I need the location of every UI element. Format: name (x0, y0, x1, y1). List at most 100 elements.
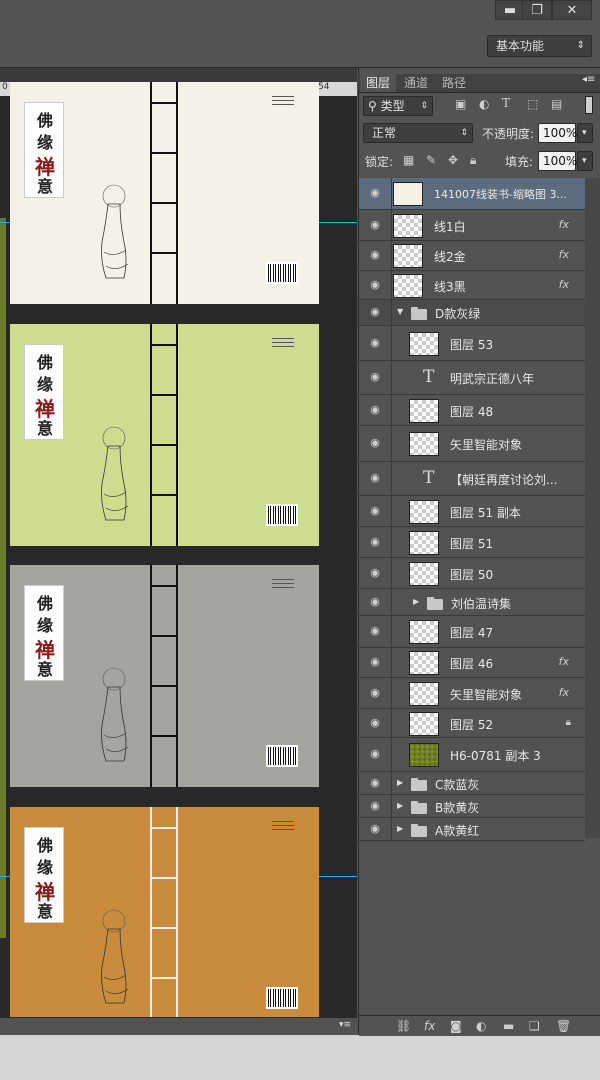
add-mask-icon[interactable]: ◙ (450, 1019, 462, 1033)
lock-transparency-icon[interactable]: ▦ (403, 153, 414, 167)
type-filter-icon[interactable]: T (502, 96, 510, 110)
eye-icon[interactable]: ◉ (367, 535, 383, 548)
layer-row[interactable]: ◉ 图层 50 (359, 558, 585, 589)
new-layer-icon[interactable]: ❏ (529, 1019, 540, 1033)
visibility-toggle[interactable]: ◉ (359, 818, 392, 840)
visibility-toggle[interactable]: ◉ (359, 271, 392, 299)
eye-icon[interactable]: ◉ (367, 370, 383, 383)
close-icon[interactable]: ✕ (552, 0, 592, 20)
visibility-toggle[interactable]: ◉ (359, 709, 392, 737)
chevron-right-icon[interactable]: ▶ (413, 597, 419, 606)
layer-row[interactable]: ◉ 线1白 fx (359, 210, 585, 241)
minimize-icon[interactable]: ▬ (495, 0, 525, 20)
eye-icon[interactable]: ◉ (367, 595, 383, 608)
visibility-toggle[interactable]: ◉ (359, 678, 392, 708)
layer-row[interactable]: ◉ 图层 53 (359, 326, 585, 361)
eye-icon[interactable]: ◉ (367, 686, 383, 699)
eye-icon[interactable]: ◉ (367, 776, 383, 789)
panel-menu-icon[interactable]: ◂≡ (582, 74, 595, 85)
layer-row[interactable]: ◉ 图层 47 (359, 616, 585, 648)
adjustment-layer-icon[interactable]: ◐ (476, 1019, 486, 1033)
visibility-toggle[interactable]: ◉ (359, 462, 392, 495)
layer-row[interactable]: ◉ T 明武宗正德八年 (359, 361, 585, 395)
eye-icon[interactable]: ◉ (367, 799, 383, 812)
visibility-toggle[interactable]: ◉ (359, 738, 392, 771)
visibility-toggle[interactable]: ◉ (359, 772, 392, 794)
opacity-input[interactable]: 100% (538, 123, 577, 143)
chevron-right-icon[interactable]: ▶ (397, 801, 403, 810)
tab-channels[interactable]: 通道 (398, 74, 434, 92)
fx-icon[interactable]: fx (559, 278, 569, 291)
visibility-toggle[interactable]: ◉ (359, 326, 392, 360)
eye-icon[interactable]: ◉ (367, 566, 383, 579)
layer-group-row[interactable]: ◉ ▶ C款蓝灰 (359, 772, 585, 795)
eye-icon[interactable]: ◉ (367, 436, 383, 449)
visibility-toggle[interactable]: ◉ (359, 395, 392, 425)
visibility-toggle[interactable]: ◉ (359, 496, 392, 526)
blend-mode-select[interactable]: 正常 ⇕ (363, 123, 473, 143)
visibility-toggle[interactable]: ◉ (359, 558, 392, 588)
eye-icon[interactable]: ◉ (367, 305, 383, 318)
layer-list-scrollbar[interactable] (585, 178, 600, 838)
canvas-area[interactable]: 0 54 佛缘禅意佛缘禅意佛缘禅意佛缘禅意 (0, 82, 357, 1017)
layer-row[interactable]: ◉ 图层 52 🔒︎ (359, 709, 585, 738)
shape-filter-icon[interactable]: ⬚ (527, 97, 538, 111)
restore-icon[interactable]: ❐ (522, 0, 552, 20)
visibility-toggle[interactable]: ◉ (359, 178, 392, 209)
adjustment-filter-icon[interactable]: ◐ (479, 97, 489, 111)
layer-group-row[interactable]: ◉ ▶ A款黄红 (359, 818, 585, 841)
lock-all-icon[interactable]: 🔒︎ (470, 153, 476, 168)
layer-style-icon[interactable]: fx (424, 1019, 435, 1033)
eye-icon[interactable]: ◉ (367, 336, 383, 349)
eye-icon[interactable]: ◉ (367, 716, 383, 729)
visibility-toggle[interactable]: ◉ (359, 210, 392, 240)
visibility-toggle[interactable]: ◉ (359, 426, 392, 461)
chevron-down-icon[interactable]: ▼ (397, 307, 403, 316)
new-group-icon[interactable]: ▬ (503, 1019, 514, 1033)
chevron-right-icon[interactable]: ▶ (397, 778, 403, 787)
visibility-toggle[interactable]: ◉ (359, 648, 392, 677)
eye-icon[interactable]: ◉ (367, 822, 383, 835)
smart-object-filter-icon[interactable]: ▤ (551, 97, 562, 111)
eye-icon[interactable]: ◉ (367, 624, 383, 637)
layer-row[interactable]: ◉ H6-0781 副本 3 (359, 738, 585, 772)
workspace-select[interactable]: 基本功能 ⇕ (487, 35, 592, 57)
link-layers-icon[interactable]: ⛓ (396, 1019, 411, 1033)
fill-input[interactable]: 100% (538, 151, 577, 171)
chevron-right-icon[interactable]: ▶ (397, 824, 403, 833)
layer-row[interactable]: ◉ 矢里智能对象 (359, 426, 585, 462)
chevron-down-icon[interactable]: ▾ (577, 123, 593, 143)
visibility-toggle[interactable]: ◉ (359, 241, 392, 270)
canvas-scrollbar[interactable] (0, 1017, 357, 1036)
tab-paths[interactable]: 路径 (436, 74, 472, 92)
eye-icon[interactable]: ◉ (367, 471, 383, 484)
visibility-toggle[interactable]: ◉ (359, 527, 392, 557)
fx-icon[interactable]: fx (559, 248, 569, 261)
layer-row[interactable]: ◉ T 【朝廷再度讨论刘... (359, 462, 585, 496)
trash-icon[interactable]: 🗑︎ (556, 1019, 571, 1033)
layer-group-row[interactable]: ◉ ▶ 刘伯温诗集 (359, 589, 585, 616)
eye-icon[interactable]: ◉ (367, 403, 383, 416)
layer-row[interactable]: ◉ 线3黑 fx (359, 271, 585, 300)
layer-row[interactable]: ◉ 141007线装书-缩略图 3... (359, 178, 585, 210)
pixel-filter-icon[interactable]: ▣ (455, 97, 466, 111)
fx-icon[interactable]: fx (559, 655, 569, 668)
layer-group-row[interactable]: ◉ ▼ D款灰绿 (359, 300, 585, 326)
lock-position-icon[interactable]: ✥ (448, 153, 458, 167)
fx-icon[interactable]: fx (559, 218, 569, 231)
eye-icon[interactable]: ◉ (367, 504, 383, 517)
visibility-toggle[interactable]: ◉ (359, 616, 392, 647)
layer-group-row[interactable]: ◉ ▶ B款黄灰 (359, 795, 585, 818)
tab-layers[interactable]: 图层 (360, 74, 397, 92)
panel-menu-icon[interactable]: ▾≡ (336, 1019, 354, 1032)
filter-kind-select[interactable]: ⚲ 类型 ⇕ (363, 96, 433, 116)
visibility-toggle[interactable]: ◉ (359, 361, 392, 394)
eye-icon[interactable]: ◉ (367, 655, 383, 668)
eye-icon[interactable]: ◉ (367, 278, 383, 291)
visibility-toggle[interactable]: ◉ (359, 589, 392, 615)
chevron-down-icon[interactable]: ▾ (577, 151, 593, 171)
layer-row[interactable]: ◉ 图层 48 (359, 395, 585, 426)
eye-icon[interactable]: ◉ (367, 186, 383, 199)
layer-row[interactable]: ◉ 矢里智能对象 fx (359, 678, 585, 709)
visibility-toggle[interactable]: ◉ (359, 300, 392, 325)
